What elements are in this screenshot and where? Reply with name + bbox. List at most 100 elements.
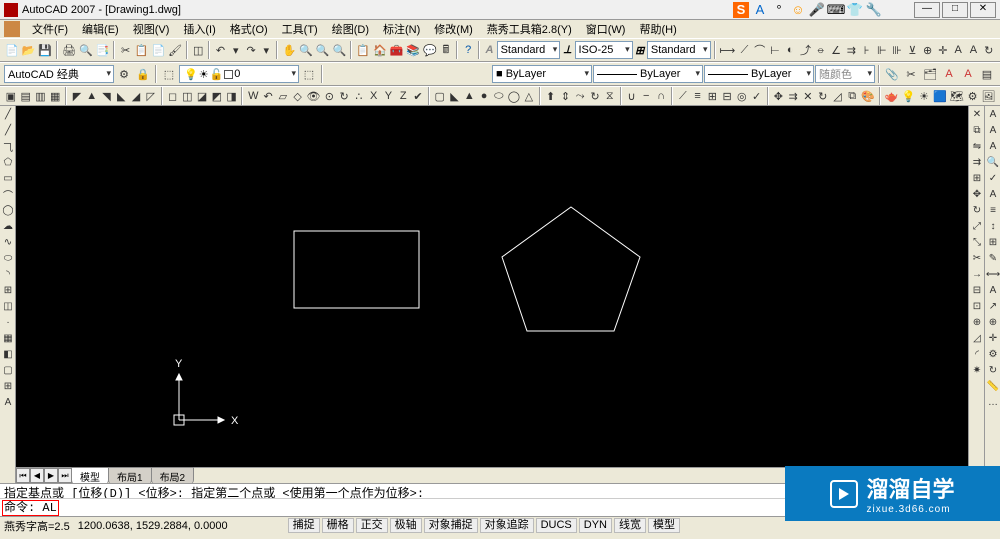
polygon-icon[interactable]: ⬠ [0,154,16,170]
document-icon[interactable] [4,21,20,37]
color-combo[interactable]: ■ ByLayer [492,65,592,83]
imprint-icon[interactable]: ⊞ [705,87,719,105]
mtext-icon[interactable]: A [0,394,16,410]
status-coords[interactable]: 1200.0638, 1529.2884, 0.0000 [72,520,234,532]
dim-rad-icon[interactable]: ◐ [783,41,797,59]
iso-se-icon[interactable]: ◢ [129,87,143,105]
dim-ed2-icon[interactable]: A [985,282,1000,298]
dim-quick-icon[interactable]: ⇉ [844,41,858,59]
ucs-obj-icon[interactable]: ◇ [291,87,305,105]
check-icon[interactable]: ✓ [750,87,764,105]
copy-obj-icon[interactable]: ⧉ [969,122,985,138]
styl-icon[interactable]: ✎ [985,250,1000,266]
ime-tool-icon[interactable]: 🔧 [866,2,882,18]
se-offset-icon[interactable]: ⇉ [786,87,800,105]
extend-icon[interactable]: → [969,266,985,282]
scale-text-icon[interactable]: A [985,186,1000,202]
status-ortho[interactable]: 正交 [356,518,388,533]
se-color-icon[interactable]: 🎨 [860,87,876,105]
status-grid[interactable]: 栅格 [322,518,354,533]
find-icon[interactable]: 🔍 [985,154,1000,170]
dim-base-icon[interactable]: ⊦ [859,41,873,59]
dim-ang-icon[interactable]: ∠ [829,41,843,59]
iso-ne-icon[interactable]: ◸ [144,87,158,105]
union-icon[interactable]: ∪ [625,87,639,105]
ime-lang-icon[interactable]: A [752,2,768,18]
tab-layout1[interactable]: 布局1 [108,467,152,484]
break-icon[interactable]: ⊟ [969,282,985,298]
hatch-icon[interactable]: ▦ [0,330,16,346]
offset-icon[interactable]: ⇉ [969,154,985,170]
textstyle-icon[interactable]: A [483,42,495,58]
zoom-rt-icon[interactable]: 🔍 [298,41,314,59]
sogou-icon[interactable]: S [733,2,749,18]
status-polar[interactable]: 极轴 [390,518,422,533]
ucs-apply-icon[interactable]: ✔ [411,87,425,105]
visual-real-icon[interactable]: ◩ [210,87,224,105]
se-move-icon[interactable]: ✥ [772,87,786,105]
layer-combo[interactable]: 💡 ☀ 🔓 0 [179,65,299,83]
dcenter-icon[interactable]: 🏠 [372,41,388,59]
textstyle-combo[interactable]: Standard [497,41,561,59]
do1-icon[interactable]: ▣ [4,87,18,105]
workspace-save-icon[interactable]: 🔒 [134,65,152,83]
arc-icon[interactable]: ⌒ [0,186,16,202]
dimsty-icon[interactable]: 📏 [985,378,1000,394]
status-snap[interactable]: 捕捉 [288,518,320,533]
array-icon[interactable]: ⊞ [969,170,985,186]
model-viewport[interactable]: X Y ⏮ ◀ ▶ ⏭ 模型 布局1 布局2 [16,106,968,483]
paste-icon[interactable]: 📄 [150,41,166,59]
visual-conc-icon[interactable]: ◨ [225,87,239,105]
trim-icon[interactable]: ✂ [969,250,985,266]
dim-space-icon[interactable]: ⊪ [890,41,904,59]
ucs-view-icon[interactable]: 👁 [306,87,322,105]
menu-edit[interactable]: 编辑(E) [76,20,125,38]
dim-break-icon[interactable]: ⊻ [905,41,919,59]
mirror-icon[interactable]: ⇋ [969,138,985,154]
tab-first-icon[interactable]: ⏮ [16,468,30,483]
intersect-icon[interactable]: ∩ [654,87,668,105]
zoom-prev-icon[interactable]: 🔍 [332,41,348,59]
iso-left-icon[interactable]: ◤ [70,87,84,105]
xline-icon[interactable]: ╱ [0,122,16,138]
match-prop-icon[interactable]: 🖌 [167,41,183,59]
circle-icon[interactable]: ◯ [0,202,16,218]
rectangle-icon[interactable]: ▭ [0,170,16,186]
copy-icon[interactable]: 📋 [134,41,150,59]
iso-top-icon[interactable]: ▲ [85,87,99,105]
solid-torus-icon[interactable]: ◯ [507,87,521,105]
redo-dd-icon[interactable]: ▾ [259,41,273,59]
solid-sphere-icon[interactable]: ● [477,87,491,105]
lead-icon[interactable]: ↗ [985,298,1000,314]
textedit-icon[interactable]: A [985,138,1000,154]
break2-icon[interactable]: ⊡ [969,298,985,314]
se-rotate-icon[interactable]: ↻ [816,87,830,105]
dim-dia-icon[interactable]: ⦵ [814,41,828,59]
se-delete-icon[interactable]: ✕ [801,87,815,105]
new-icon[interactable]: 📄 [4,41,20,59]
chamfer-icon[interactable]: ◿ [969,330,985,346]
help-icon[interactable]: ? [461,41,475,59]
mtext2-icon[interactable]: A [985,106,1000,122]
extrude-icon[interactable]: ⬆ [544,87,558,105]
sun-icon[interactable]: ☀ [917,87,931,105]
dim-linear-icon[interactable]: ⟼ [719,41,737,59]
visual-2d-icon[interactable]: ◻ [166,87,180,105]
undo-icon[interactable]: ↶ [213,41,227,59]
centermark-icon[interactable]: ✛ [936,41,950,59]
makeblock-icon[interactable]: ◫ [0,298,16,314]
solid-box-icon[interactable]: ▢ [433,87,447,105]
spell-icon[interactable]: ✓ [985,170,1000,186]
dtext-icon[interactable]: A [985,122,1000,138]
spline-icon[interactable]: ∿ [0,234,16,250]
ime-keyboard-icon[interactable]: ⌨ [828,2,844,18]
revcloud-icon[interactable]: ☁ [0,218,16,234]
insert-icon[interactable]: ⊞ [0,282,16,298]
line-icon[interactable]: ╱ [0,106,16,122]
menu-insert[interactable]: 插入(I) [177,20,221,38]
properties-icon[interactable]: 📋 [355,41,371,59]
slice-icon[interactable]: ⟋ [676,87,690,105]
solid-cyl-icon[interactable]: ⬭ [492,87,506,105]
workspace-combo[interactable]: AutoCAD 经典 [4,65,114,83]
zoom-win-icon[interactable]: 🔍 [315,41,331,59]
